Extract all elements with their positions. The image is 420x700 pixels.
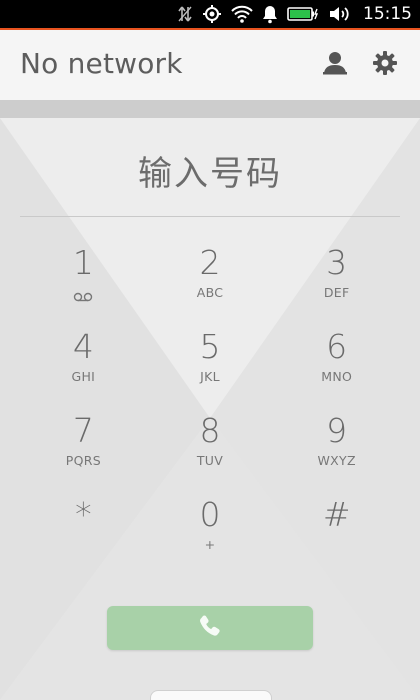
key-4[interactable]: 4 GHI: [20, 327, 147, 411]
key-2[interactable]: 2 ABC: [147, 243, 274, 327]
battery-charging-icon: [287, 6, 319, 22]
key-digit: 9: [326, 411, 348, 450]
key-star[interactable]: *: [20, 495, 147, 579]
app-header: No network: [0, 30, 420, 101]
key-letters: TUV: [196, 453, 224, 468]
settings-button[interactable]: [370, 50, 400, 80]
wifi-icon: [231, 5, 253, 23]
key-letters: GHI: [71, 369, 96, 384]
volume-icon: [328, 5, 350, 23]
status-clock: 15:15: [363, 4, 412, 24]
voicemail-icon: [20, 287, 147, 306]
key-8[interactable]: 8 TUV: [147, 411, 274, 495]
key-9[interactable]: 9 WXYZ: [273, 411, 400, 495]
number-input-field[interactable]: 输入号码: [20, 136, 400, 217]
key-letters: DEF: [323, 285, 350, 300]
key-5[interactable]: 5 JKL: [147, 327, 274, 411]
key-0[interactable]: 0 +: [147, 495, 274, 579]
key-digit: 0: [199, 495, 221, 534]
status-icons: 15:15: [177, 0, 412, 28]
call-button[interactable]: [107, 606, 313, 650]
key-digit: 3: [326, 243, 348, 282]
gear-icon: [372, 50, 398, 80]
key-digit: 2: [199, 243, 221, 282]
key-digit: 7: [72, 411, 94, 450]
phone-handset-icon: [197, 613, 223, 643]
keypad-row: * 0 + #: [20, 495, 400, 579]
transfer-arrows-icon: [177, 4, 193, 24]
keypad-row: 1 2 ABC 3 DEF: [20, 243, 400, 327]
key-digit: #: [322, 495, 351, 534]
key-letters: JKL: [200, 369, 220, 384]
key-digit: 5: [199, 327, 221, 366]
number-placeholder: 输入号码: [138, 154, 282, 194]
contacts-button[interactable]: [320, 50, 350, 80]
key-digit: *: [75, 495, 92, 534]
key-digit: 4: [72, 327, 94, 366]
bell-icon: [262, 4, 278, 24]
keypad-row: 7 PQRS 8 TUV 9 WXYZ: [20, 411, 400, 495]
key-1[interactable]: 1: [20, 243, 147, 327]
key-digit: 8: [199, 411, 221, 450]
key-letters: MNO: [321, 369, 353, 384]
key-letters: ABC: [196, 285, 224, 300]
key-letters: PQRS: [65, 453, 101, 468]
key-hash[interactable]: #: [273, 495, 400, 579]
dialer-panel: 输入号码 1 2 ABC 3 DEF 4 GHI 5 JKL 6 MNO 7 P…: [0, 118, 420, 700]
key-letters: WXYZ: [317, 453, 356, 468]
status-bar: 15:15: [0, 0, 420, 30]
key-digit: 1: [72, 243, 94, 282]
location-icon: [202, 4, 222, 24]
key-digit: 6: [326, 327, 348, 366]
bottom-edge-handle[interactable]: [150, 690, 272, 700]
key-7[interactable]: 7 PQRS: [20, 411, 147, 495]
key-letters: +: [204, 537, 216, 552]
key-3[interactable]: 3 DEF: [273, 243, 400, 327]
header-divider: [0, 100, 420, 118]
key-6[interactable]: 6 MNO: [273, 327, 400, 411]
contact-person-icon: [322, 51, 348, 79]
keypad-row: 4 GHI 5 JKL 6 MNO: [20, 327, 400, 411]
keypad: 1 2 ABC 3 DEF 4 GHI 5 JKL 6 MNO 7 PQRS 8…: [20, 243, 400, 579]
page-title: No network: [20, 47, 183, 80]
